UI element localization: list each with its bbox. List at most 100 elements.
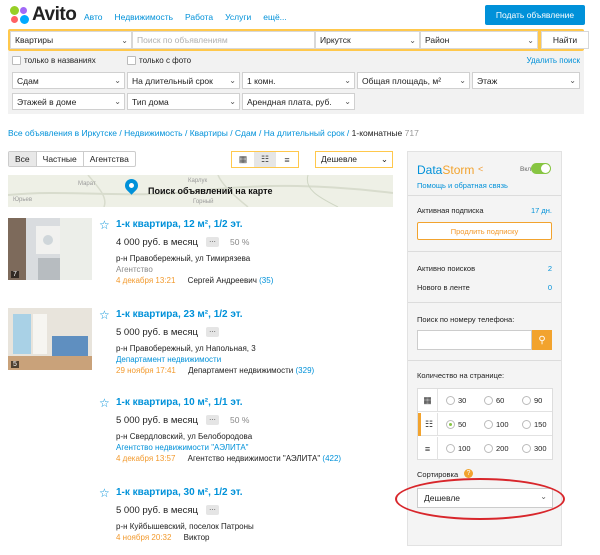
listing-item[interactable]: ☆ 1-к квартира, 10 м², 1/1 эт. 5 000 руб… xyxy=(8,396,393,466)
per-page-option[interactable]: 100 xyxy=(446,444,471,453)
highlight-circle-annotation xyxy=(395,478,565,520)
photo-count: 7 xyxy=(11,271,19,278)
nav-more[interactable]: ещё... xyxy=(263,12,287,22)
listing-seller[interactable]: Агентство недвижимости "АЭЛИТА" xyxy=(188,454,321,463)
option-label: 90 xyxy=(534,396,543,405)
per-page-option[interactable]: 200 xyxy=(484,444,509,453)
listing-agency[interactable]: Агентство недвижимости "АЭЛИТА" xyxy=(116,443,249,452)
nav-services[interactable]: Услуги xyxy=(225,12,251,22)
filter-deal-type[interactable]: Сдам ⌄ xyxy=(12,72,125,89)
listing-item[interactable]: 7 ☆ 1-к квартира, 12 м², 1/2 эт. 4 000 р… xyxy=(8,218,393,288)
listing-seller[interactable]: Сергей Андреевич xyxy=(188,276,257,285)
crumb-realty[interactable]: Недвижимость xyxy=(124,128,182,138)
favorite-star-icon[interactable]: ☆ xyxy=(99,219,110,231)
grid-view-icon: ▦ xyxy=(418,389,438,412)
tab-agencies[interactable]: Агентства xyxy=(84,152,135,166)
listing-title[interactable]: 1-к квартира, 23 м², 1/2 эт. xyxy=(116,309,243,320)
tab-private[interactable]: Частные xyxy=(37,152,84,166)
more-dots-icon[interactable]: ... xyxy=(206,236,219,247)
phone-search-label: Поиск по номеру телефона: xyxy=(417,315,515,324)
listing-seller[interactable]: Департамент недвижимости xyxy=(188,366,293,375)
compact-view-icon[interactable]: ≡ xyxy=(276,152,298,167)
listing-item[interactable]: ☆ 1-к квартира, 30 м², 1/2 эт. 5 000 руб… xyxy=(8,486,393,546)
crumb-rent[interactable]: Сдам xyxy=(235,128,257,138)
help-link[interactable]: Помощь и обратная связь xyxy=(417,181,508,190)
seller-ad-count[interactable]: (329) xyxy=(296,366,315,375)
favorite-star-icon[interactable]: ☆ xyxy=(99,309,110,321)
per-page-option[interactable]: 100 xyxy=(484,420,509,429)
more-dots-icon[interactable]: ... xyxy=(206,326,219,337)
listing-meta: 4 декабря 13:57 Агентство недвижимости "… xyxy=(116,454,341,463)
more-dots-icon[interactable]: ... xyxy=(206,504,219,515)
favorite-star-icon[interactable]: ☆ xyxy=(99,397,110,409)
sort-label: Сортировка xyxy=(417,470,459,479)
sort-value: Дешевле xyxy=(321,154,358,164)
more-dots-icon[interactable]: ... xyxy=(206,414,219,425)
crumb-long-term[interactable]: На длительный срок xyxy=(264,128,345,138)
listing-title[interactable]: 1-к квартира, 12 м², 1/2 эт. xyxy=(116,219,243,230)
chevron-down-icon: ⌄ xyxy=(229,76,236,85)
active-searches-value[interactable]: 2 xyxy=(548,264,552,273)
per-page-option[interactable]: 90 xyxy=(522,396,542,405)
list-view-icon[interactable]: ☷ xyxy=(254,152,276,167)
filter-house-type[interactable]: Тип дома ⌄ xyxy=(127,93,240,110)
new-in-feed-value[interactable]: 0 xyxy=(548,283,552,292)
per-page-option[interactable]: 300 xyxy=(522,444,547,453)
nav-jobs[interactable]: Работа xyxy=(185,12,213,22)
option-label: 100 xyxy=(458,444,471,453)
filter-area[interactable]: Общая площадь, м² ⌄ xyxy=(357,72,470,89)
listing-seller[interactable]: Виктор xyxy=(184,533,210,542)
filter-rooms[interactable]: 1 комн. ⌄ xyxy=(242,72,355,89)
radio-button xyxy=(522,396,531,405)
search-input[interactable]: Поиск по объявлениям xyxy=(132,31,315,49)
favorite-star-icon[interactable]: ☆ xyxy=(99,487,110,499)
tab-all[interactable]: Все xyxy=(9,152,37,166)
filter-total-floors[interactable]: Этажей в доме ⌄ xyxy=(12,93,125,110)
chevron-down-icon: ⌄ xyxy=(409,36,416,45)
listing-title[interactable]: 1-к квартира, 30 м², 1/2 эт. xyxy=(116,487,243,498)
grid-view-icon[interactable]: ▦ xyxy=(232,152,254,167)
filter-rent-term[interactable]: На длительный срок ⌄ xyxy=(127,72,240,89)
listing-title[interactable]: 1-к квартира, 10 м², 1/1 эт. xyxy=(116,397,243,408)
seller-ad-count[interactable]: (35) xyxy=(259,276,273,285)
enable-toggle[interactable] xyxy=(531,163,551,174)
listing-date: 29 ноября 17:41 xyxy=(116,366,176,375)
option-label: 30 xyxy=(458,396,467,405)
nav-realty[interactable]: Недвижимость xyxy=(115,12,173,22)
radio-button xyxy=(446,444,455,453)
post-ad-button[interactable]: Подать объявление xyxy=(485,5,585,25)
crumb-apartments[interactable]: Квартиры xyxy=(190,128,228,138)
active-subscription-label: Активная подписка xyxy=(417,206,484,215)
delete-search-link[interactable]: Удалить поиск xyxy=(526,56,580,65)
search-icon[interactable]: ⚲ xyxy=(532,330,552,350)
phone-search-input[interactable] xyxy=(417,330,532,350)
avito-logo[interactable]: Avito xyxy=(9,4,77,26)
chevron-down-icon: ⌄ xyxy=(380,154,388,164)
listing-photo[interactable]: 5 xyxy=(8,308,92,370)
with-photo-checkbox[interactable]: только с фото xyxy=(127,56,191,65)
nav-auto[interactable]: Авто xyxy=(84,12,103,22)
category-select[interactable]: Квартиры ⌄ xyxy=(10,31,132,49)
per-page-option-selected[interactable]: 50 xyxy=(446,420,466,429)
map-search-banner[interactable]: Марат Юрьев Карлук Горный Поиск объявлен… xyxy=(8,175,393,207)
listing-photo[interactable]: 7 xyxy=(8,218,92,280)
city-select[interactable]: Иркутск ⌄ xyxy=(315,31,420,49)
district-select[interactable]: Район ⌄ xyxy=(420,31,538,49)
sort-select[interactable]: Дешевле ⌄ xyxy=(315,151,393,168)
renew-subscription-button[interactable]: Продлить подписку xyxy=(417,222,552,240)
find-button[interactable]: Найти xyxy=(541,31,589,49)
share-icon[interactable]: < xyxy=(478,164,483,174)
only-titles-checkbox[interactable]: только в названиях xyxy=(12,56,96,65)
help-icon[interactable]: ? xyxy=(464,469,473,478)
per-page-option[interactable]: 30 xyxy=(446,396,466,405)
per-page-label: Количество на странице: xyxy=(417,371,505,380)
per-page-row: ▦ 30 60 90 xyxy=(418,389,552,412)
seller-ad-count[interactable]: (422) xyxy=(322,454,341,463)
listing-item[interactable]: 5 ☆ 1-к квартира, 23 м², 1/2 эт. 5 000 р… xyxy=(8,308,393,378)
listing-agency[interactable]: Департамент недвижимости xyxy=(116,355,221,364)
filter-rent-price[interactable]: Арендная плата, руб. ⌄ xyxy=(242,93,355,110)
crumb-all[interactable]: Все объявления в Иркутске xyxy=(8,128,117,138)
per-page-option[interactable]: 150 xyxy=(522,420,547,429)
filter-floor[interactable]: Этаж ⌄ xyxy=(472,72,580,89)
per-page-option[interactable]: 60 xyxy=(484,396,504,405)
